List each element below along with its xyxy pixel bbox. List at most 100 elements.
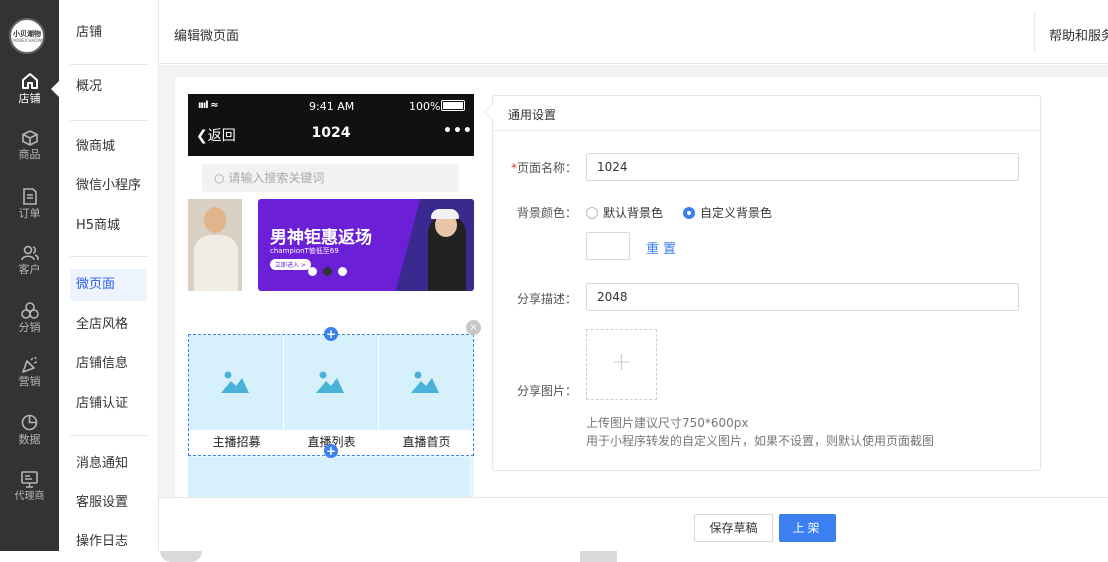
image-placeholder-icon (221, 371, 249, 393)
radio-label: 自定义背景色 (700, 206, 773, 220)
phone-page-title: 1024 (311, 125, 351, 141)
banner-headline: 男神钜惠返场 (270, 228, 372, 248)
banner-image-left (188, 199, 242, 291)
shop-logo[interactable]: 小贝潮物 XIAOBEICHAOWU (9, 18, 45, 54)
cube-icon (21, 130, 38, 146)
sidebar-item-store-cert[interactable]: 店铺认证 (76, 395, 128, 413)
search-placeholder: 请输入搜索关键词 (228, 171, 325, 185)
sidebar-item-store-style[interactable]: 全店风格 (76, 316, 128, 334)
image-placeholder-icon (316, 371, 344, 393)
divider (70, 64, 148, 65)
rail-label: 订单 (18, 207, 41, 220)
carousel-dot[interactable] (338, 267, 347, 276)
image-placeholder-icon (411, 371, 439, 393)
banner-figure-head (204, 207, 226, 233)
bg-custom-radio[interactable]: 自定义背景色 (683, 204, 772, 221)
rail-item-goods[interactable]: 商品 (0, 130, 59, 162)
carousel-dot[interactable] (308, 267, 317, 276)
page-name-label-text: 页面名称： (516, 161, 577, 175)
image-nav-component[interactable]: 主播招募 直播列表 直播首页 (188, 334, 474, 456)
rail-label: 营销 (18, 375, 41, 388)
bg-color-label: 背景颜色： (516, 206, 577, 220)
nav-image-cell (284, 335, 378, 430)
action-footer: 保存草稿 上架 (159, 497, 1108, 551)
rail-item-distribution[interactable]: 分销 (0, 302, 59, 335)
editor-workspace: ıııl ≈ 9:41 AM 100% ❮返回 1024 ••• ○ 请输入搜索… (159, 65, 1108, 497)
color-picker[interactable] (586, 232, 630, 260)
search-icon: ○ (214, 171, 225, 185)
monitor-icon (21, 471, 38, 488)
reset-color-button[interactable]: 重置 (646, 238, 680, 257)
divider (1034, 12, 1035, 52)
scroll-indicator (160, 551, 202, 562)
sidebar-item-micro-page[interactable]: 微页面 (70, 269, 147, 301)
rail-label: 分销 (18, 321, 41, 334)
rail-label: 代理商 (14, 491, 45, 502)
share-icon (20, 302, 39, 319)
save-draft-button[interactable]: 保存草稿 (694, 514, 773, 542)
sidebar-item-micro-mall[interactable]: 微商城 (76, 138, 115, 156)
sidebar-item-operation-log[interactable]: 操作日志 (76, 533, 128, 551)
upload-hint-usage: 用于小程序转发的自定义图片，如果不设置，则默认使用页面截图 (586, 434, 935, 448)
bg-default-radio[interactable]: 默认背景色 (586, 204, 663, 221)
nav-image-cell (189, 335, 283, 430)
party-popper-icon (21, 356, 37, 373)
page-name-input[interactable]: 1024 (586, 153, 1019, 181)
phone-body: ○ 请输入搜索关键词 男神钜惠返场 championT恤低至69 立即进入 > (188, 156, 474, 335)
sidebar-item-customer-service[interactable]: 客服设置 (76, 494, 128, 512)
phone-preview: ıııl ≈ 9:41 AM 100% ❮返回 1024 ••• ○ 请输入搜索… (188, 94, 474, 497)
status-battery: 100% (409, 100, 441, 113)
upload-image-button[interactable]: + (586, 329, 657, 400)
rail-item-customers[interactable]: 客户 (0, 245, 59, 277)
delete-component-button[interactable]: × (466, 320, 481, 335)
divider (70, 435, 148, 436)
publish-button[interactable]: 上架 (779, 514, 836, 542)
signal-icon: ıııl ≈ (198, 100, 219, 111)
users-icon (20, 245, 39, 261)
share-desc-label: 分享描述： (516, 292, 577, 306)
radio-checked-icon (683, 206, 695, 219)
settings-title: 通用设置 (508, 108, 557, 122)
status-time: 9:41 AM (309, 100, 355, 113)
add-component-above-button[interactable]: + (324, 327, 338, 341)
more-icon[interactable]: ••• (443, 123, 473, 139)
logo-subtext: XIAOBEICHAOWU (9, 37, 45, 43)
pie-chart-icon (21, 414, 38, 431)
banner-figure-cap (431, 209, 459, 219)
sidebar-item-store-info[interactable]: 店铺信息 (76, 355, 128, 373)
banner-cta: 立即进入 > (270, 259, 311, 270)
rail-label: 商品 (18, 148, 41, 161)
search-component[interactable]: ○ 请输入搜索关键词 (202, 164, 459, 192)
logo-text: 小贝潮物 (13, 29, 41, 38)
sidebar-item-notifications[interactable]: 消息通知 (76, 455, 128, 473)
radio-icon (586, 206, 598, 219)
page-title: 编辑微页面 (174, 29, 240, 44)
next-component[interactable] (188, 457, 470, 497)
nav-image-cell (379, 335, 473, 430)
secondary-sidebar: 店铺 概况 微商城 微信小程序 H5商城 微页面 全店风格 店铺信息 店铺认证 … (51, 0, 159, 551)
help-link[interactable]: 帮助和服务 (1049, 25, 1108, 44)
home-icon (21, 73, 38, 89)
page-name-label: *页面名称： (497, 159, 577, 176)
rail-item-agent[interactable]: 代理商 (0, 471, 59, 504)
scroll-indicator (580, 551, 617, 562)
add-component-below-button[interactable]: + (324, 444, 338, 458)
top-header: 编辑微页面 帮助和服务 (159, 0, 1108, 64)
radio-label: 默认背景色 (603, 206, 664, 220)
share-desc-input[interactable]: 2048 (586, 283, 1019, 311)
sidebar-item-h5-mall[interactable]: H5商城 (76, 217, 120, 235)
sidebar-header: 店铺 (76, 25, 103, 40)
battery-icon (441, 100, 465, 111)
sidebar-item-overview[interactable]: 概况 (76, 78, 102, 96)
carousel-dot[interactable] (323, 267, 332, 276)
rail-item-orders[interactable]: 订单 (0, 188, 59, 221)
rail-label: 数据 (18, 433, 41, 446)
sidebar-item-mini-program[interactable]: 微信小程序 (76, 177, 141, 195)
image-carousel[interactable]: 男神钜惠返场 championT恤低至69 立即进入 > (188, 199, 474, 291)
editor-card: ıııl ≈ 9:41 AM 100% ❮返回 1024 ••• ○ 请输入搜索… (175, 77, 1108, 497)
phone-nav-bar: ıııl ≈ 9:41 AM 100% ❮返回 1024 ••• (188, 94, 474, 156)
nav-item-label: 直播首页 (402, 435, 451, 449)
rail-item-data[interactable]: 数据 (0, 414, 59, 447)
rail-label: 客户 (18, 263, 41, 276)
rail-item-marketing[interactable]: 营销 (0, 356, 59, 389)
